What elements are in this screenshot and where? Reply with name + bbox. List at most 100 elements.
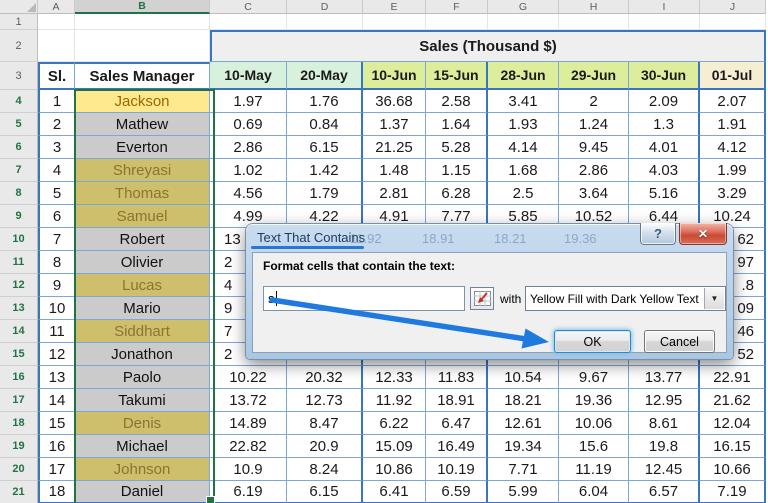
value-cell[interactable]: 1.48 [363, 159, 426, 182]
column-header-j[interactable]: J [700, 0, 766, 14]
value-cell[interactable]: 13.77 [629, 366, 700, 389]
manager-name-cell[interactable]: Mathew [75, 113, 210, 136]
value-cell[interactable]: 3.41 [488, 90, 559, 113]
row-header-20[interactable]: 20 [0, 458, 38, 481]
empty-cell[interactable] [38, 30, 75, 62]
close-button[interactable]: ✕ [679, 223, 727, 245]
row-header-4[interactable]: 4 [0, 90, 38, 113]
manager-name-cell[interactable]: Denis [75, 412, 210, 435]
value-cell[interactable]: 6.28 [426, 182, 488, 205]
value-cell[interactable]: 20.32 [287, 366, 363, 389]
row-header-10[interactable]: 10 [0, 228, 38, 251]
value-cell[interactable]: 12.04 [700, 412, 766, 435]
column-header-a[interactable]: A [38, 0, 75, 14]
row-header-13[interactable]: 13 [0, 297, 38, 320]
value-cell[interactable]: 1.42 [287, 159, 363, 182]
help-button[interactable]: ? [640, 223, 676, 245]
value-cell[interactable]: 6.15 [287, 481, 363, 503]
value-cell[interactable]: 7.71 [488, 458, 559, 481]
sl-cell[interactable]: 18 [38, 481, 75, 503]
row-header-8[interactable]: 8 [0, 182, 38, 205]
dialog-title[interactable]: Text That Contains [257, 230, 365, 245]
value-cell[interactable]: 4.14 [488, 136, 559, 159]
value-cell[interactable]: 1.97 [210, 90, 287, 113]
sl-cell[interactable]: 5 [38, 182, 75, 205]
table-title-cell[interactable]: Sales (Thousand $) [210, 30, 766, 62]
row-header-12[interactable]: 12 [0, 274, 38, 297]
row-header-15[interactable]: 15 [0, 343, 38, 366]
date-header-cell[interactable]: 29-Jun [559, 62, 629, 90]
sales-manager-header-cell[interactable]: Sales Manager [75, 62, 210, 90]
sl-cell[interactable]: 15 [38, 412, 75, 435]
manager-name-cell[interactable]: Michael [75, 435, 210, 458]
row-header-1[interactable]: 1 [0, 14, 38, 30]
value-cell[interactable]: 1.79 [287, 182, 363, 205]
value-cell[interactable]: 2 [559, 90, 629, 113]
manager-name-cell[interactable]: Lucas [75, 274, 210, 297]
column-header-b[interactable]: B [75, 0, 210, 14]
value-cell[interactable]: 1.91 [700, 113, 766, 136]
value-cell[interactable]: 2.07 [700, 90, 766, 113]
sl-cell[interactable]: 1 [38, 90, 75, 113]
value-cell[interactable]: 22.91 [700, 366, 766, 389]
value-cell[interactable]: 8.61 [629, 412, 700, 435]
value-cell[interactable]: 36.68 [363, 90, 426, 113]
manager-name-cell[interactable]: Johnson [75, 458, 210, 481]
row-header-18[interactable]: 18 [0, 412, 38, 435]
sl-cell[interactable]: 2 [38, 113, 75, 136]
value-cell[interactable]: 12.33 [363, 366, 426, 389]
value-cell[interactable]: 10.66 [700, 458, 766, 481]
manager-name-cell[interactable]: Jackson [75, 90, 210, 113]
value-cell[interactable]: 10.86 [363, 458, 426, 481]
value-cell[interactable]: 11.19 [559, 458, 629, 481]
value-cell[interactable]: 1.3 [629, 113, 700, 136]
date-header-cell[interactable]: 01-Jul [700, 62, 766, 90]
manager-name-cell[interactable]: Samuel [75, 205, 210, 228]
value-cell[interactable]: 6.41 [363, 481, 426, 503]
sl-cell[interactable]: 12 [38, 343, 75, 366]
value-cell[interactable]: 10.9 [210, 458, 287, 481]
value-cell[interactable]: 4.03 [629, 159, 700, 182]
sl-cell[interactable]: 11 [38, 320, 75, 343]
manager-name-cell[interactable]: Daniel [75, 481, 210, 503]
date-header-cell[interactable]: 28-Jun [488, 62, 559, 90]
sl-cell[interactable]: 16 [38, 435, 75, 458]
value-cell[interactable]: 6.15 [287, 136, 363, 159]
sl-cell[interactable]: 9 [38, 274, 75, 297]
value-cell[interactable]: 5.28 [426, 136, 488, 159]
value-cell[interactable]: 2.58 [426, 90, 488, 113]
empty-cell[interactable] [363, 14, 426, 30]
value-cell[interactable]: 4.56 [210, 182, 287, 205]
empty-cell[interactable] [75, 14, 210, 30]
cancel-button[interactable]: Cancel [644, 330, 715, 353]
value-cell[interactable]: 1.37 [363, 113, 426, 136]
value-cell[interactable]: 1.24 [559, 113, 629, 136]
value-cell[interactable]: 8.47 [287, 412, 363, 435]
value-cell[interactable]: 5.16 [629, 182, 700, 205]
value-cell[interactable]: 12.61 [488, 412, 559, 435]
value-cell[interactable]: 20.9 [287, 435, 363, 458]
value-cell[interactable]: 12.45 [629, 458, 700, 481]
row-header-2[interactable]: 2 [0, 30, 38, 62]
sl-cell[interactable]: 4 [38, 159, 75, 182]
format-dropdown[interactable]: Yellow Fill with Dark Yellow Text ▼ [525, 286, 726, 311]
column-header-i[interactable]: I [629, 0, 700, 14]
contains-text-input[interactable]: s [263, 286, 465, 311]
value-cell[interactable]: 15.09 [363, 435, 426, 458]
value-cell[interactable]: 5.99 [488, 481, 559, 503]
manager-name-cell[interactable]: Jonathon [75, 343, 210, 366]
row-header-21[interactable]: 21 [0, 481, 38, 503]
value-cell[interactable]: 10.06 [559, 412, 629, 435]
manager-name-cell[interactable]: Everton [75, 136, 210, 159]
empty-cell[interactable] [210, 14, 287, 30]
row-header-6[interactable]: 6 [0, 136, 38, 159]
value-cell[interactable]: 6.19 [210, 481, 287, 503]
value-cell[interactable]: 6.59 [426, 481, 488, 503]
empty-cell[interactable] [38, 14, 75, 30]
fill-handle[interactable] [206, 496, 215, 503]
column-header-e[interactable]: E [363, 0, 426, 14]
value-cell[interactable]: 4.12 [700, 136, 766, 159]
value-cell[interactable]: 1.68 [488, 159, 559, 182]
value-cell[interactable]: 10.19 [426, 458, 488, 481]
empty-cell[interactable] [287, 14, 363, 30]
